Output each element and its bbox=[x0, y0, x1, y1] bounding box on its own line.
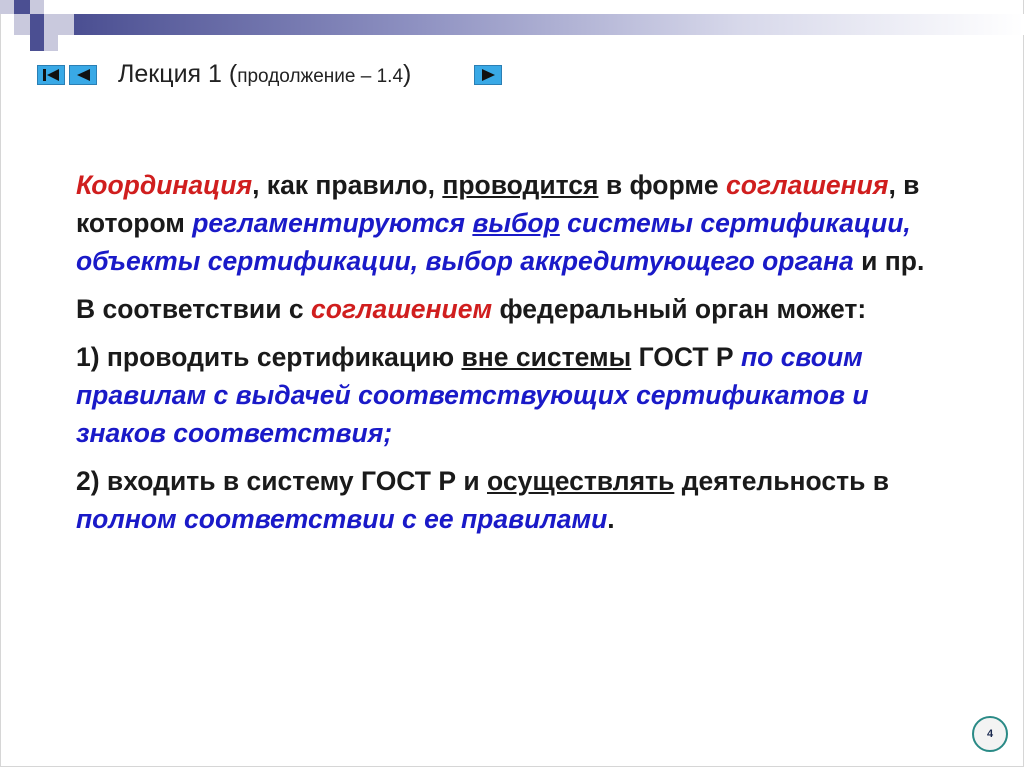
slide-title: Лекция 1 (продолжение – 1.4) bbox=[118, 60, 411, 89]
term-regulated: регламентируются bbox=[192, 208, 473, 238]
title-subtitle: продолжение – 1.4 bbox=[237, 66, 404, 87]
text-segment: и пр. bbox=[853, 246, 925, 276]
decor-square-8 bbox=[44, 35, 58, 51]
nav-forward-group bbox=[474, 64, 502, 85]
term-full-compliance: полном соответствии с ее правилами bbox=[76, 504, 608, 534]
decor-square-5 bbox=[30, 14, 44, 35]
paragraph-coordination: Координация, как правило, проводится в ф… bbox=[76, 166, 956, 280]
text-segment: ГОСТ Р bbox=[631, 342, 741, 372]
play-forward-icon bbox=[482, 68, 495, 81]
page-number: 4 bbox=[986, 728, 994, 740]
term-outside-system: вне системы bbox=[461, 342, 632, 372]
decor-square-6 bbox=[44, 14, 74, 35]
term-carry-out: осуществлять bbox=[487, 466, 675, 496]
paragraph-item-1: 1) проводить сертификацию вне системы ГО… bbox=[76, 338, 956, 452]
term-agreement: соглашения bbox=[726, 170, 889, 200]
decor-square-7 bbox=[30, 35, 44, 51]
text-segment: , как правило, bbox=[252, 170, 443, 200]
next-slide-button[interactable] bbox=[474, 64, 502, 85]
paragraph-according: В соответствии с соглашением федеральный… bbox=[76, 290, 956, 328]
previous-slide-button[interactable] bbox=[69, 64, 97, 85]
text-segment: в форме bbox=[598, 170, 727, 200]
page-number-badge: 4 bbox=[972, 716, 1008, 752]
skip-to-start-icon bbox=[43, 68, 59, 81]
title-main: Лекция 1 ( bbox=[118, 60, 238, 88]
header-gradient-bar bbox=[74, 14, 1024, 35]
term-by-agreement: соглашением bbox=[310, 294, 493, 324]
text-segment: деятельность в bbox=[674, 466, 890, 496]
text-segment: федеральный орган может: bbox=[492, 294, 867, 324]
term-choice: выбор bbox=[472, 208, 560, 238]
paragraph-item-2: 2) входить в систему ГОСТ Р и осуществля… bbox=[76, 462, 956, 538]
term-coordination: Координация bbox=[76, 170, 253, 200]
text-segment: 1) проводить сертификацию bbox=[76, 342, 462, 372]
nav-back-group bbox=[37, 64, 97, 85]
decor-square-3 bbox=[30, 0, 44, 14]
text-segment: 2) входить в систему ГОСТ Р и bbox=[76, 466, 488, 496]
first-slide-button[interactable] bbox=[37, 64, 65, 85]
term-conducted: проводится bbox=[442, 170, 599, 200]
title-close: ) bbox=[403, 60, 412, 88]
play-back-icon bbox=[77, 68, 90, 81]
slide-body: Координация, как правило, проводится в ф… bbox=[76, 166, 956, 548]
decor-square-2 bbox=[14, 0, 30, 14]
text-segment: . bbox=[607, 504, 615, 534]
decor-square-1 bbox=[0, 0, 14, 14]
text-segment: В соответствии с bbox=[76, 294, 311, 324]
decor-square-4 bbox=[14, 14, 30, 35]
